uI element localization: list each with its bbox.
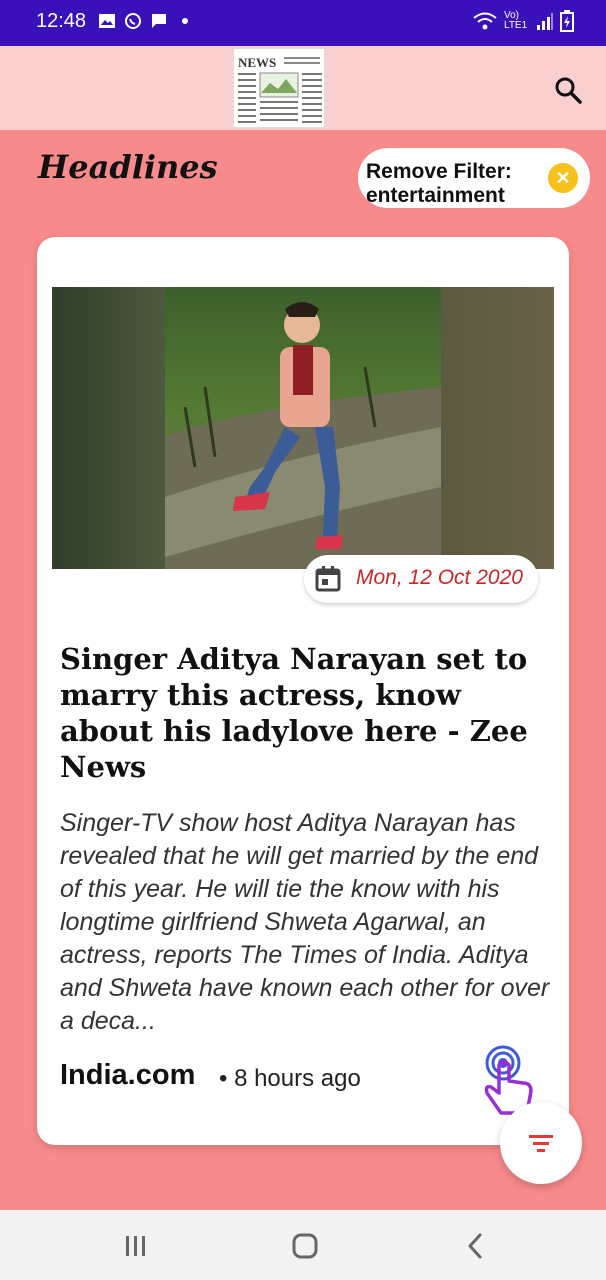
navigation-bar: [0, 1210, 606, 1280]
date-pill: Mon, 12 Oct 2020: [304, 555, 538, 603]
message-icon: [152, 14, 166, 28]
status-bar: 12:48 Vo) LTE1: [0, 0, 606, 46]
battery-icon: [560, 10, 574, 32]
close-icon[interactable]: ✕: [548, 163, 578, 193]
article-source: India.com: [60, 1059, 196, 1091]
more-dot-icon: [182, 18, 188, 24]
status-time: 12:48: [36, 10, 87, 32]
newspaper-icon: [238, 57, 322, 123]
signal-icon: [537, 13, 553, 30]
article-date: Mon, 12 Oct 2020: [356, 566, 523, 589]
recent-apps-icon[interactable]: [120, 1230, 152, 1262]
notification-icons: [98, 12, 194, 30]
page-title: Headlines: [38, 148, 218, 186]
news-logo: NEWS: [233, 48, 325, 128]
remove-filter-chip[interactable]: Remove Filter: entertainment ✕: [358, 148, 590, 208]
search-icon[interactable]: [552, 74, 584, 106]
app-bar: NEWS: [0, 46, 606, 130]
image-blur-left: [52, 287, 165, 569]
home-icon[interactable]: [289, 1230, 321, 1262]
network-label: Vo) LTE1: [504, 10, 528, 31]
article-time: • 8 hours ago: [219, 1065, 361, 1092]
filter-fab[interactable]: [500, 1102, 582, 1184]
article-image: [52, 287, 554, 569]
calendar-icon: [315, 566, 341, 592]
back-icon[interactable]: [460, 1230, 492, 1262]
photo-illustration: [165, 302, 441, 569]
whatsapp-icon: [125, 13, 141, 29]
image-icon: [99, 14, 115, 28]
image-main: [165, 287, 441, 569]
system-icons: Vo) LTE1: [472, 10, 574, 32]
wifi-icon: [473, 12, 497, 30]
article-card[interactable]: Mon, 12 Oct 2020 Singer Aditya Narayan s…: [37, 237, 569, 1145]
filter-label: Remove Filter: entertainment: [366, 160, 512, 207]
image-blur-right: [441, 287, 554, 569]
filter-icon: [529, 1135, 553, 1152]
article-title[interactable]: Singer Aditya Narayan set to marry this …: [60, 641, 556, 785]
article-description: Singer-TV show host Aditya Narayan has r…: [60, 809, 550, 1035]
